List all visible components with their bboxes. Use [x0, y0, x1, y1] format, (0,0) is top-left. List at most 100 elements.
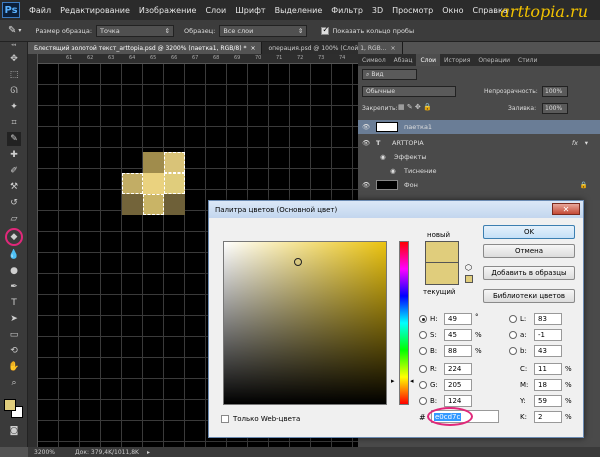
status-arrow-icon[interactable]: ▸ [147, 449, 150, 456]
close-button[interactable]: ✕ [552, 203, 580, 215]
hue-slider-right-arrow-icon[interactable]: ◂ [410, 377, 414, 385]
l-radio[interactable] [509, 315, 517, 323]
color-swatches[interactable] [0, 396, 27, 422]
move-tool-icon[interactable]: ✥ [7, 52, 21, 66]
3d-tool-icon[interactable]: ⟲ [7, 344, 21, 358]
l-input[interactable]: 83 [534, 313, 562, 325]
layer-filter[interactable]: ⌕ Вид [362, 69, 417, 80]
eye-icon[interactable]: 👁 [362, 181, 372, 189]
quick-mask-icon[interactable]: ◙ [7, 424, 21, 438]
blend-mode-select[interactable]: Обычные [362, 86, 456, 97]
menu-view[interactable]: Просмотр [392, 6, 433, 15]
tab-paragraph[interactable]: Абзац [390, 57, 417, 64]
tool-preset-chevron-icon[interactable]: ▾ [18, 27, 21, 34]
sample-size-select[interactable]: Точка ⇕ [96, 24, 175, 37]
current-color-preview[interactable] [425, 263, 459, 285]
lock-icons[interactable]: ▦ ✎ ✥ 🔒 [398, 103, 432, 111]
menu-edit[interactable]: Редактирование [60, 6, 130, 15]
tab-layers[interactable]: Слои [416, 54, 441, 66]
opacity-input[interactable]: 100% [542, 86, 568, 97]
pen-tool-icon[interactable]: ✒ [7, 280, 21, 294]
tab-actions[interactable]: Операции [474, 57, 514, 64]
layer-row-bevel[interactable]: ◉ Тиснение [358, 164, 600, 178]
tab-operation-psd[interactable]: операция.psd @ 100% (Слой 1, RGB... × [262, 42, 403, 54]
layer-row-effects[interactable]: ◉ Эффекты [358, 150, 600, 164]
b-input[interactable]: 88 [444, 345, 472, 357]
menu-image[interactable]: Изображение [139, 6, 197, 15]
eye-icon[interactable]: ◉ [380, 153, 390, 161]
k-input[interactable]: 2 [534, 411, 562, 423]
sample-select[interactable]: Все слои ⇕ [219, 24, 308, 37]
healing-tool-icon[interactable]: ✚ [7, 148, 21, 162]
stamp-tool-icon[interactable]: ⚒ [7, 180, 21, 194]
close-icon[interactable]: × [250, 45, 255, 52]
tab-arttopia-psd[interactable]: Блестящий золотой текст_arttopia.psd @ 3… [28, 42, 263, 54]
cancel-button[interactable]: Отмена [483, 244, 575, 258]
eye-icon[interactable]: 👁 [362, 139, 372, 147]
tab-styles[interactable]: Стили [514, 57, 541, 64]
eye-icon[interactable]: ◉ [390, 167, 400, 175]
color-picker-circle[interactable] [294, 258, 302, 266]
close-icon[interactable]: × [391, 45, 396, 52]
dodge-tool-icon[interactable]: ● [7, 264, 21, 278]
layer-row-sequin[interactable]: 👁 паетка1 [358, 120, 600, 134]
lasso-tool-icon[interactable]: ᘏ [7, 84, 21, 98]
zoom-level[interactable]: 3200% [34, 449, 55, 456]
paint-bucket-tool-icon[interactable]: ◆ [5, 228, 23, 246]
web-safe-swatch[interactable] [465, 275, 473, 283]
m-input[interactable]: 18 [534, 379, 562, 391]
tab-character[interactable]: Символ [358, 57, 390, 64]
lab-b-radio[interactable] [509, 347, 517, 355]
layer-row-text[interactable]: 👁 T ARTTOPIA fx ▾ [358, 136, 600, 150]
blur-tool-icon[interactable]: 💧 [7, 248, 21, 262]
menu-layers[interactable]: Слои [205, 6, 226, 15]
eyedropper-icon[interactable]: ✎ [8, 25, 16, 36]
r-radio[interactable] [419, 365, 427, 373]
chevron-down-icon[interactable]: ▾ [585, 139, 588, 147]
h-input[interactable]: 49 [444, 313, 472, 325]
menu-select[interactable]: Выделение [275, 6, 323, 15]
menu-window[interactable]: Окно [442, 6, 463, 15]
blue-radio[interactable] [419, 397, 427, 405]
ok-button[interactable]: OK [483, 225, 575, 239]
add-to-swatches-button[interactable]: Добавить в образцы [483, 266, 575, 280]
lab-b-input[interactable]: 43 [534, 345, 562, 357]
menu-type[interactable]: Шрифт [235, 6, 265, 15]
cube-icon[interactable]: ⬡ [465, 263, 472, 272]
history-brush-tool-icon[interactable]: ↺ [7, 196, 21, 210]
fx-icon[interactable]: fx [572, 139, 578, 147]
web-colors-checkbox[interactable] [221, 415, 229, 423]
c-input[interactable]: 11 [534, 363, 562, 375]
blue-input[interactable]: 124 [444, 395, 472, 407]
r-input[interactable]: 224 [444, 363, 472, 375]
eyedropper-tool-icon[interactable]: ✎ [7, 132, 21, 146]
shape-tool-icon[interactable]: ▭ [7, 328, 21, 342]
eye-icon[interactable]: 👁 [362, 123, 372, 131]
h-radio[interactable] [419, 315, 427, 323]
marquee-tool-icon[interactable]: ⬚ [7, 68, 21, 82]
b-radio[interactable] [419, 347, 427, 355]
foreground-color-swatch[interactable] [4, 399, 16, 411]
zoom-tool-icon[interactable]: ⌕ [7, 376, 21, 390]
a-radio[interactable] [509, 331, 517, 339]
menu-3d[interactable]: 3D [372, 6, 383, 15]
menu-filter[interactable]: Фильтр [331, 6, 363, 15]
show-ring-checkbox[interactable] [321, 25, 330, 35]
a-input[interactable]: -1 [534, 329, 562, 341]
y-input[interactable]: 59 [534, 395, 562, 407]
hue-slider[interactable] [399, 241, 409, 405]
g-input[interactable]: 205 [444, 379, 472, 391]
path-select-tool-icon[interactable]: ➤ [7, 312, 21, 326]
toolbox-collapse-icon[interactable]: ◂◂ [0, 42, 27, 50]
layer-row-background[interactable]: 👁 Фон 🔒 [358, 178, 600, 192]
s-input[interactable]: 45 [444, 329, 472, 341]
eraser-tool-icon[interactable]: ▱ [7, 212, 21, 226]
crop-tool-icon[interactable]: ⌗ [7, 116, 21, 130]
tab-history[interactable]: История [440, 57, 474, 64]
fill-input[interactable]: 100% [542, 103, 568, 114]
brush-tool-icon[interactable]: ✐ [7, 164, 21, 178]
type-tool-icon[interactable]: T [7, 296, 21, 310]
saturation-brightness-field[interactable] [223, 241, 387, 405]
menu-file[interactable]: Файл [29, 6, 51, 15]
hue-slider-left-arrow-icon[interactable]: ▸ [391, 377, 395, 385]
